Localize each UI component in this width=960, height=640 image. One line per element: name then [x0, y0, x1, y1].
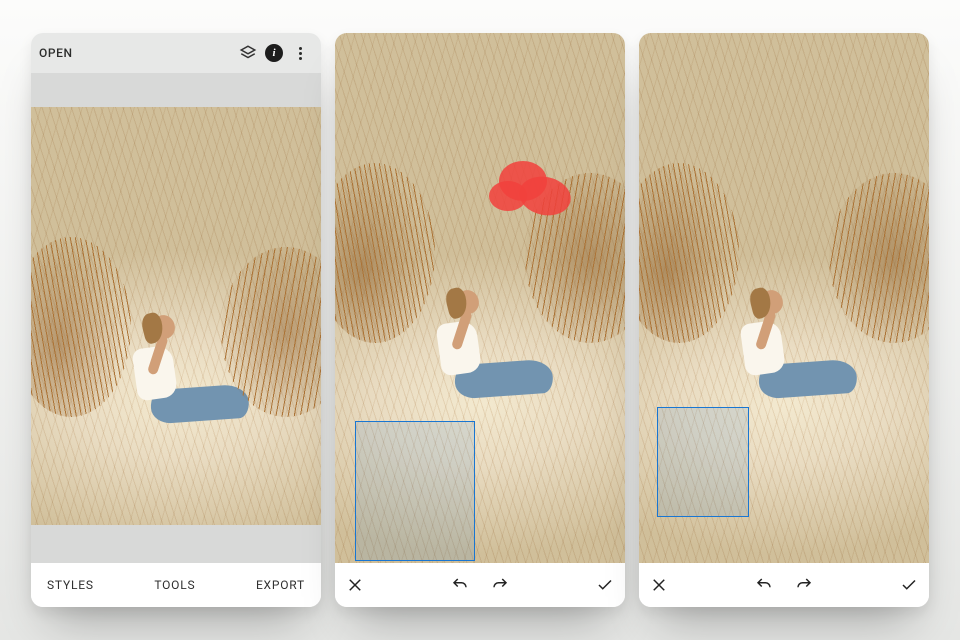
- cancel-button[interactable]: [639, 563, 679, 607]
- apply-button[interactable]: [585, 563, 625, 607]
- tab-styles[interactable]: STYLES: [47, 578, 94, 592]
- photo: [31, 107, 321, 525]
- image-canvas[interactable]: [335, 33, 625, 563]
- healing-brush-mark: [491, 153, 575, 221]
- header: OPEN i: [31, 33, 321, 73]
- layers-icon[interactable]: [235, 40, 261, 66]
- bottom-tabbar: STYLES TOOLS EXPORT: [31, 563, 321, 607]
- photo-subject: [703, 266, 843, 426]
- info-icon[interactable]: i: [261, 40, 287, 66]
- image-canvas[interactable]: [31, 73, 321, 563]
- stage: OPEN i: [0, 0, 960, 640]
- apply-button[interactable]: [889, 563, 929, 607]
- undo-button[interactable]: [744, 563, 784, 607]
- cancel-button[interactable]: [335, 563, 375, 607]
- phone-screen-main: OPEN i: [31, 33, 321, 607]
- redo-button[interactable]: [480, 563, 520, 607]
- undo-button[interactable]: [440, 563, 480, 607]
- phone-screen-result: [639, 33, 929, 607]
- photo-subject: [399, 266, 539, 426]
- more-icon[interactable]: [287, 40, 313, 66]
- tab-export[interactable]: EXPORT: [256, 578, 305, 592]
- open-button[interactable]: OPEN: [39, 46, 73, 60]
- image-canvas[interactable]: [639, 33, 929, 563]
- tab-tools[interactable]: TOOLS: [154, 578, 195, 592]
- phone-screen-healing: [335, 33, 625, 607]
- redo-button[interactable]: [784, 563, 824, 607]
- preview-magnifier[interactable]: [355, 421, 475, 561]
- preview-magnifier[interactable]: [657, 407, 749, 517]
- photo-subject: [95, 291, 235, 451]
- action-bar: [335, 563, 625, 607]
- action-bar: [639, 563, 929, 607]
